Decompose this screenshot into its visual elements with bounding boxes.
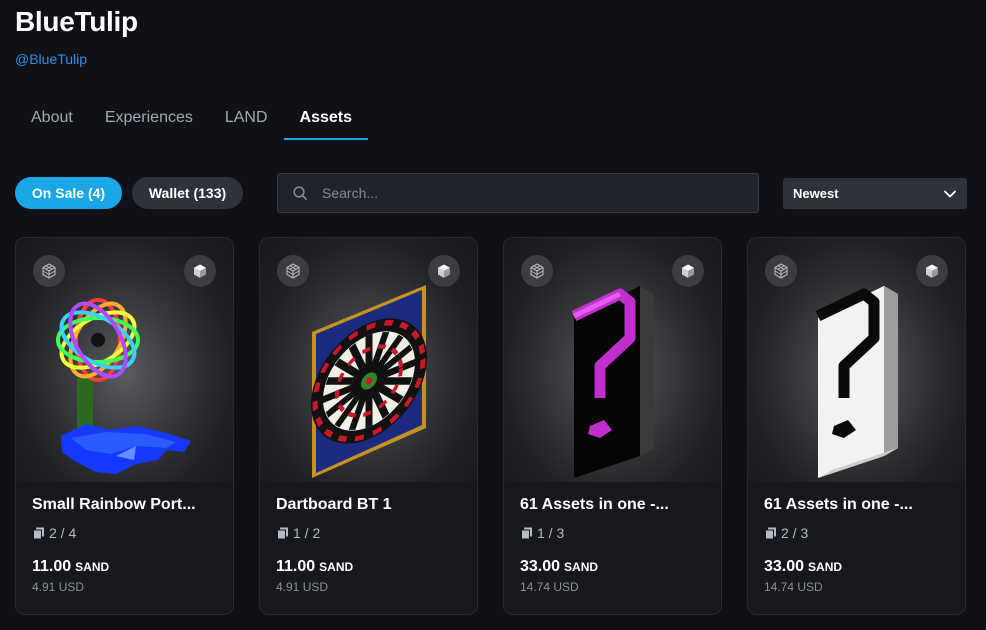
asset-title: Small Rainbow Port... — [32, 496, 196, 513]
price-value: 11.00 — [276, 558, 316, 575]
price-currency: SAND — [319, 560, 354, 574]
asset-title: 61 Assets in one -... — [764, 496, 913, 513]
wallet-filter-button[interactable]: Wallet (133) — [132, 177, 243, 209]
asset-card[interactable]: 61 Assets in one -... 2 / 3 33.00 SAND 1… — [747, 237, 966, 615]
tab-experiences[interactable]: Experiences — [89, 100, 209, 140]
asset-editions: 1 / 2 — [276, 525, 320, 541]
asset-price: 11.00 SAND — [32, 558, 109, 576]
editions-count: 2 / 3 — [781, 525, 809, 541]
asset-editions: 2 / 3 — [764, 525, 808, 541]
search-input[interactable] — [322, 185, 722, 201]
profile-name: BlueTulip — [15, 6, 138, 37]
sort-select[interactable]: Newest — [783, 178, 967, 209]
search-icon — [293, 186, 307, 200]
price-currency: SAND — [808, 560, 843, 574]
profile-tabs: About Experiences LAND Assets — [15, 100, 369, 142]
asset-price: 11.00 SAND — [276, 558, 353, 576]
tab-assets[interactable]: Assets — [283, 100, 369, 140]
chevron-down-icon — [944, 190, 956, 197]
asset-price: 33.00 SAND — [764, 558, 842, 576]
3d-model-icon — [277, 255, 309, 287]
asset-title: Dartboard BT 1 — [276, 496, 392, 513]
price-usd: 4.91 USD — [276, 580, 329, 594]
cube-icon — [672, 255, 704, 287]
asset-editions: 1 / 3 — [520, 525, 564, 541]
asset-thumbnail — [16, 238, 233, 482]
on-sale-filter-button[interactable]: On Sale (4) — [15, 177, 122, 209]
3d-model-icon — [765, 255, 797, 287]
editions-count: 1 / 2 — [293, 525, 321, 541]
price-currency: SAND — [564, 560, 599, 574]
cube-icon — [916, 255, 948, 287]
price-value: 11.00 — [32, 558, 72, 575]
editions-icon — [521, 527, 532, 540]
asset-card[interactable]: 61 Assets in one -... 1 / 3 33.00 SAND 1… — [503, 237, 722, 615]
profile-handle: @BlueTulip — [15, 51, 88, 67]
price-usd: 14.74 USD — [520, 580, 579, 594]
asset-thumbnail — [748, 238, 965, 482]
search-box — [277, 173, 759, 213]
sort-selected-label: Newest — [793, 186, 839, 201]
asset-thumbnail — [504, 238, 721, 482]
price-usd: 14.74 USD — [764, 580, 823, 594]
asset-price: 33.00 SAND — [520, 558, 598, 576]
asset-thumbnail — [260, 238, 477, 482]
editions-count: 1 / 3 — [537, 525, 565, 541]
3d-model-icon — [521, 255, 553, 287]
tab-land[interactable]: LAND — [209, 100, 284, 140]
price-value: 33.00 — [520, 558, 561, 575]
editions-icon — [765, 527, 776, 540]
cube-icon — [428, 255, 460, 287]
editions-icon — [33, 527, 44, 540]
price-usd: 4.91 USD — [32, 580, 85, 594]
asset-editions: 2 / 4 — [32, 525, 76, 541]
3d-model-icon — [33, 255, 65, 287]
asset-title: 61 Assets in one -... — [520, 496, 669, 513]
price-value: 33.00 — [764, 558, 805, 575]
editions-icon — [277, 527, 288, 540]
editions-count: 2 / 4 — [49, 525, 77, 541]
tab-about[interactable]: About — [15, 100, 89, 140]
asset-card[interactable]: Dartboard BT 1 1 / 2 11.00 SAND 4.91 USD — [259, 237, 478, 615]
asset-card[interactable]: Small Rainbow Port... 2 / 4 11.00 SAND 4… — [15, 237, 234, 615]
price-currency: SAND — [75, 560, 110, 574]
cube-icon — [184, 255, 216, 287]
